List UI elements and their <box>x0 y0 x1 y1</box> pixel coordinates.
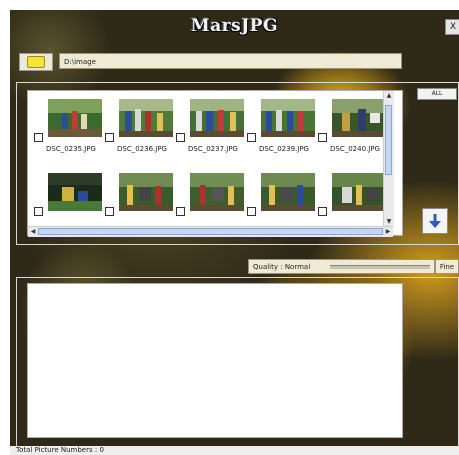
photo-thumbnail[interactable] <box>332 173 386 211</box>
open-folder-button[interactable] <box>19 53 53 71</box>
status-bar: Total Picture Numbers : 0 <box>10 446 459 455</box>
select-checkbox[interactable] <box>105 133 114 142</box>
photo-thumbnail[interactable] <box>261 173 315 211</box>
scroll-up-arrow-icon[interactable]: ▲ <box>384 91 394 101</box>
thumbnail-vertical-scrollbar[interactable]: ▲ ▼ <box>383 91 394 227</box>
select-checkbox[interactable] <box>34 133 43 142</box>
output-list[interactable] <box>27 283 403 438</box>
photo-thumbnail[interactable] <box>119 173 173 211</box>
scroll-thumb[interactable] <box>385 105 392 175</box>
select-checkbox[interactable] <box>318 133 327 142</box>
select-checkbox[interactable] <box>176 133 185 142</box>
folder-path-field[interactable]: D:\image <box>59 53 402 69</box>
thumbnail-filename: DSC_0236.JPG <box>117 145 167 153</box>
close-button[interactable]: X <box>445 19 459 35</box>
photo-thumbnail[interactable] <box>261 99 315 137</box>
thumbnail-item[interactable]: DSC_0240.JPG <box>318 99 388 161</box>
move-down-button[interactable] <box>422 208 448 234</box>
thumbnail-item[interactable] <box>176 173 246 219</box>
thumbnail-item[interactable] <box>105 173 175 219</box>
photo-thumbnail[interactable] <box>48 99 102 137</box>
thumbnail-filename: DSC_0237.JPG <box>188 145 238 153</box>
select-checkbox[interactable] <box>34 207 43 216</box>
thumbnail-horizontal-scrollbar[interactable]: ◀ ▶ <box>28 226 393 237</box>
folder-icon <box>27 56 45 68</box>
scroll-left-arrow-icon[interactable]: ◀ <box>28 227 38 237</box>
thumbnail-item[interactable]: DSC_0237.JPG <box>176 99 246 161</box>
select-checkbox[interactable] <box>247 133 256 142</box>
select-checkbox[interactable] <box>105 207 114 216</box>
thumbnail-item[interactable]: DSC_0239.JPG <box>247 99 317 161</box>
photo-thumbnail[interactable] <box>119 99 173 137</box>
thumbnail-item[interactable] <box>247 173 317 219</box>
select-checkbox[interactable] <box>176 207 185 216</box>
thumbnail-filename: DSC_0235.JPG <box>46 145 96 153</box>
thumbnail-filename: DSC_0239.JPG <box>259 145 309 153</box>
select-all-button[interactable]: ALL <box>417 88 457 100</box>
thumbnail-item[interactable]: DSC_0235.JPG <box>34 99 104 161</box>
down-arrow-icon <box>429 214 441 228</box>
thumbnail-item[interactable] <box>318 173 388 219</box>
photo-thumbnail[interactable] <box>190 173 244 211</box>
thumbnail-filename: DSC_0240.JPG <box>330 145 380 153</box>
photo-thumbnail[interactable] <box>190 99 244 137</box>
scroll-right-arrow-icon[interactable]: ▶ <box>383 227 393 237</box>
thumbnail-item[interactable]: DSC_0236.JPG <box>105 99 175 161</box>
scroll-thumb[interactable] <box>38 228 383 235</box>
select-checkbox[interactable] <box>247 207 256 216</box>
app-window: MarsJPG X D:\image DSC_0235.JPG DSC_0236… <box>10 10 459 455</box>
app-title: MarsJPG <box>190 16 279 36</box>
photo-thumbnail[interactable] <box>332 99 386 137</box>
photo-thumbnail[interactable] <box>48 173 102 211</box>
select-checkbox[interactable] <box>318 207 327 216</box>
quality-value: Fine <box>435 259 459 274</box>
thumbnail-list[interactable]: DSC_0235.JPG DSC_0236.JPG DSC_0237.JPG D… <box>27 90 403 236</box>
thumbnail-item[interactable] <box>34 173 104 219</box>
quality-slider[interactable] <box>330 265 430 269</box>
